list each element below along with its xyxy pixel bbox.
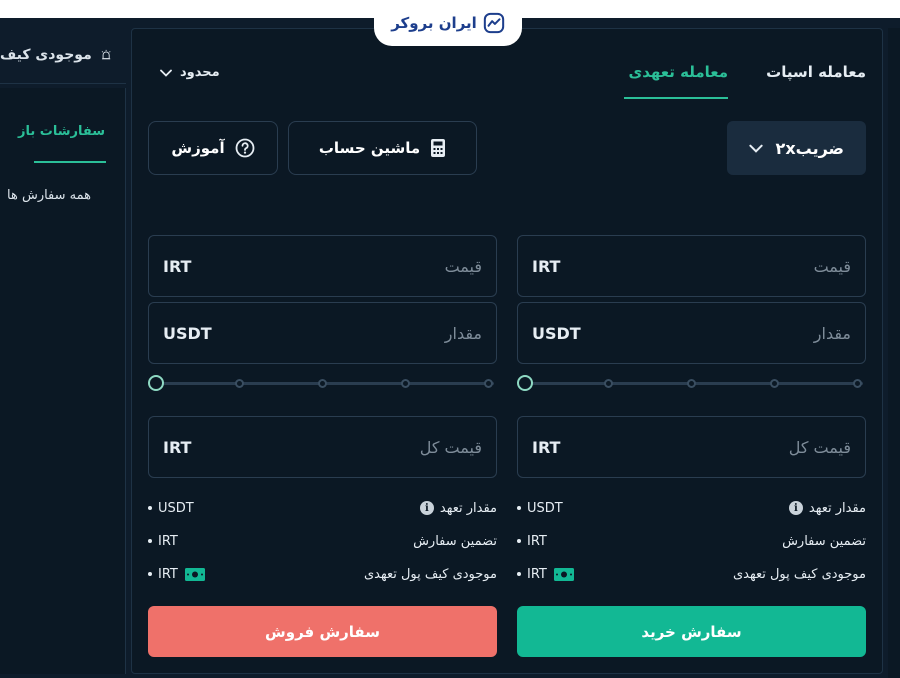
value-bullet xyxy=(517,539,521,543)
buy-commitment-amount-row: USDT مقدار تعهد i xyxy=(517,497,866,519)
value-bullet xyxy=(517,506,521,510)
leverage-selector[interactable]: ضریب۲x xyxy=(727,121,866,175)
all-orders-filter[interactable]: همه سفارش ها xyxy=(7,188,91,203)
calculator-button[interactable]: ماشین حساب xyxy=(288,121,477,175)
sell-amount-slider[interactable] xyxy=(148,373,497,393)
sell-margin-unit: IRT xyxy=(158,533,178,549)
sell-amount-input[interactable]: USDT مقدار xyxy=(148,302,497,364)
value-bullet xyxy=(517,572,521,576)
slider-step-dot[interactable] xyxy=(853,379,862,388)
question-icon xyxy=(235,138,254,158)
buy-price-unit: IRT xyxy=(532,256,561,276)
slider-step-dot[interactable] xyxy=(604,379,613,388)
buy-margin-unit: IRT xyxy=(527,533,547,549)
sell-commitment-label: مقدار تعهد xyxy=(439,500,497,516)
info-icon[interactable]: i xyxy=(419,501,434,515)
info-icon[interactable]: i xyxy=(788,501,803,515)
buy-amount-unit: USDT xyxy=(532,323,581,343)
sell-price-input[interactable]: IRT قیمت xyxy=(148,235,497,297)
buy-wallet-balance-row: IRT موجودی کیف پول تعهدی xyxy=(517,563,866,585)
slider-step-dot[interactable] xyxy=(770,379,779,388)
buy-commitment-unit: USDT xyxy=(527,500,563,516)
sell-margin-label: تضمین سفارش xyxy=(413,533,497,549)
order-type-dropdown[interactable]: محدود xyxy=(160,65,220,80)
buy-amount-slider[interactable] xyxy=(517,373,866,393)
sell-order-button[interactable]: سفارش فروش xyxy=(148,606,497,657)
sell-wallet-unit: IRT xyxy=(158,566,178,582)
leverage-label: ضریب۲x xyxy=(775,138,844,158)
sell-wallet-label: موجودی کیف پول تعهدی xyxy=(363,566,497,582)
slider-step-dot[interactable] xyxy=(235,379,244,388)
sell-total-placeholder: قیمت کل xyxy=(419,437,482,457)
sell-amount-unit: USDT xyxy=(163,323,212,343)
slider-knob[interactable] xyxy=(148,375,164,391)
money-transfer-icon[interactable] xyxy=(553,567,575,582)
buy-wallet-unit: IRT xyxy=(527,566,547,582)
alarm-icon xyxy=(101,49,111,59)
slider-step-dot[interactable] xyxy=(687,379,696,388)
sell-price-placeholder: قیمت xyxy=(444,256,482,276)
chevron-down-icon xyxy=(160,69,172,77)
value-bullet xyxy=(148,506,152,510)
sell-price-unit: IRT xyxy=(163,256,192,276)
buy-order-margin-row: IRT تضمین سفارش xyxy=(517,530,866,552)
chevron-down-icon xyxy=(749,144,763,153)
sell-amount-placeholder: مقدار xyxy=(444,323,482,343)
tab-futures-trade[interactable]: معامله تعهدی xyxy=(628,63,728,81)
wallet-balance-label: موجودی کیف xyxy=(0,46,92,63)
open-orders-underline xyxy=(34,161,106,163)
buy-order-button[interactable]: سفارش خرید xyxy=(517,606,866,657)
right-edge-panel xyxy=(888,28,900,678)
orders-panel: سفارشات باز همه سفارش ها xyxy=(0,88,126,674)
wallet-balance-header[interactable]: موجودی کیف xyxy=(0,26,126,84)
tab-spot-trade[interactable]: معامله اسپات xyxy=(766,63,866,81)
buy-wallet-label: موجودی کیف پول تعهدی xyxy=(732,566,866,582)
buy-total-input[interactable]: IRT قیمت کل xyxy=(517,416,866,478)
buy-amount-input[interactable]: USDT مقدار xyxy=(517,302,866,364)
calculator-icon xyxy=(431,139,446,157)
sell-commitment-amount-row: USDT مقدار تعهد i xyxy=(148,497,497,519)
value-bullet xyxy=(148,539,152,543)
buy-amount-placeholder: مقدار xyxy=(813,323,851,343)
tab-open-orders[interactable]: سفارشات باز xyxy=(18,124,105,139)
sell-commitment-unit: USDT xyxy=(158,500,194,516)
brand-logo-icon xyxy=(483,12,504,34)
slider-step-dot[interactable] xyxy=(484,379,493,388)
trade-panel: معامله اسپات معامله تعهدی محدود ضریب۲x م… xyxy=(131,28,883,674)
slider-step-dot[interactable] xyxy=(318,379,327,388)
brand-name: ایران بروکر xyxy=(391,14,477,32)
buy-commitment-label: مقدار تعهد xyxy=(808,500,866,516)
slider-step-dot[interactable] xyxy=(401,379,410,388)
brand-logo[interactable]: ایران بروکر xyxy=(374,0,522,46)
buy-total-placeholder: قیمت کل xyxy=(788,437,851,457)
active-tab-underline xyxy=(624,97,728,99)
calculator-label: ماشین حساب xyxy=(318,139,421,157)
buy-total-unit: IRT xyxy=(532,437,561,457)
buy-price-input[interactable]: IRT قیمت xyxy=(517,235,866,297)
learn-label: آموزش xyxy=(171,139,225,157)
slider-knob[interactable] xyxy=(517,375,533,391)
sell-total-input[interactable]: IRT قیمت کل xyxy=(148,416,497,478)
order-type-label: محدود xyxy=(180,65,220,80)
value-bullet xyxy=(148,572,152,576)
buy-margin-label: تضمین سفارش xyxy=(782,533,866,549)
learn-button[interactable]: آموزش xyxy=(148,121,278,175)
money-transfer-icon[interactable] xyxy=(184,567,206,582)
sell-total-unit: IRT xyxy=(163,437,192,457)
sell-order-margin-row: IRT تضمین سفارش xyxy=(148,530,497,552)
sell-wallet-balance-row: IRT موجودی کیف پول تعهدی xyxy=(148,563,497,585)
buy-price-placeholder: قیمت xyxy=(813,256,851,276)
